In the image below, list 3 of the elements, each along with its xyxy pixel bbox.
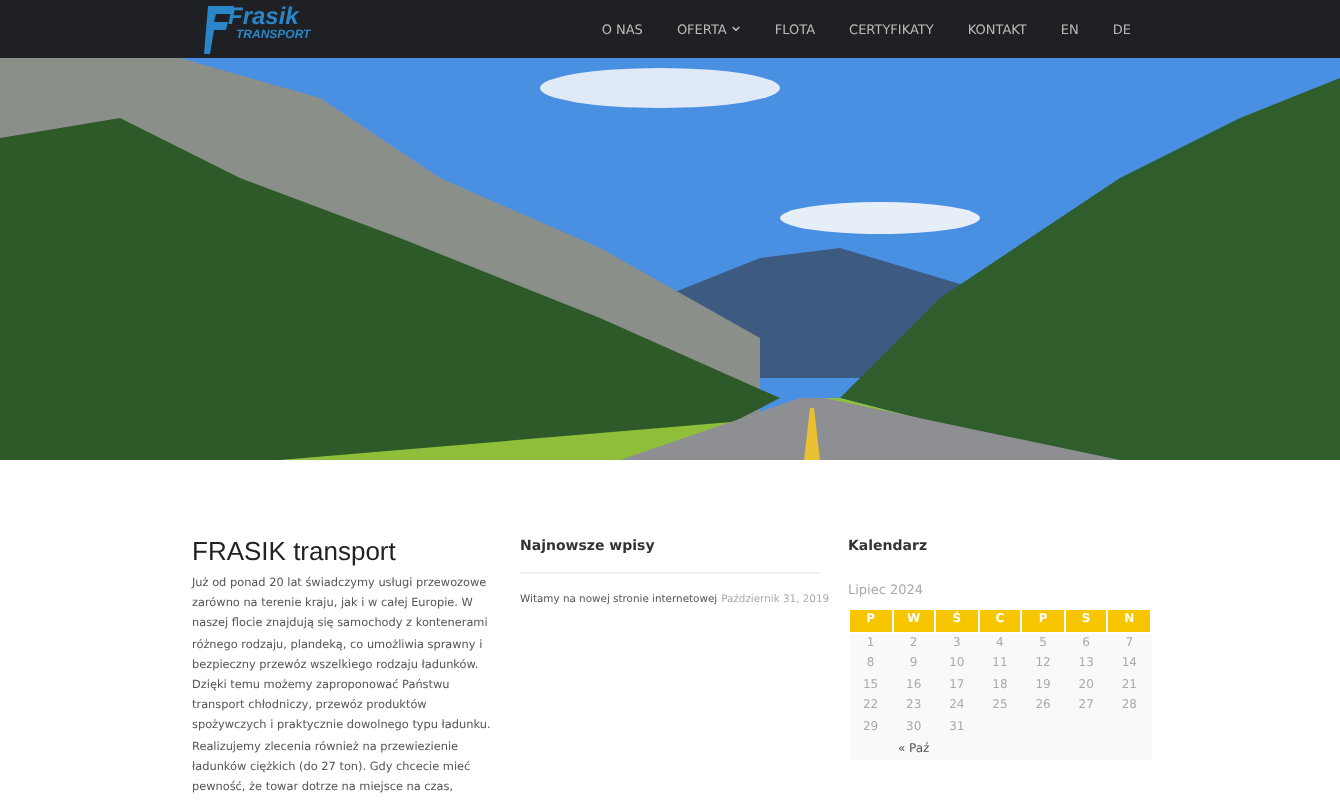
caret-icon (732, 26, 741, 32)
section-title: FRASIK transport (192, 536, 398, 568)
logo-name: Frasik (228, 3, 301, 29)
